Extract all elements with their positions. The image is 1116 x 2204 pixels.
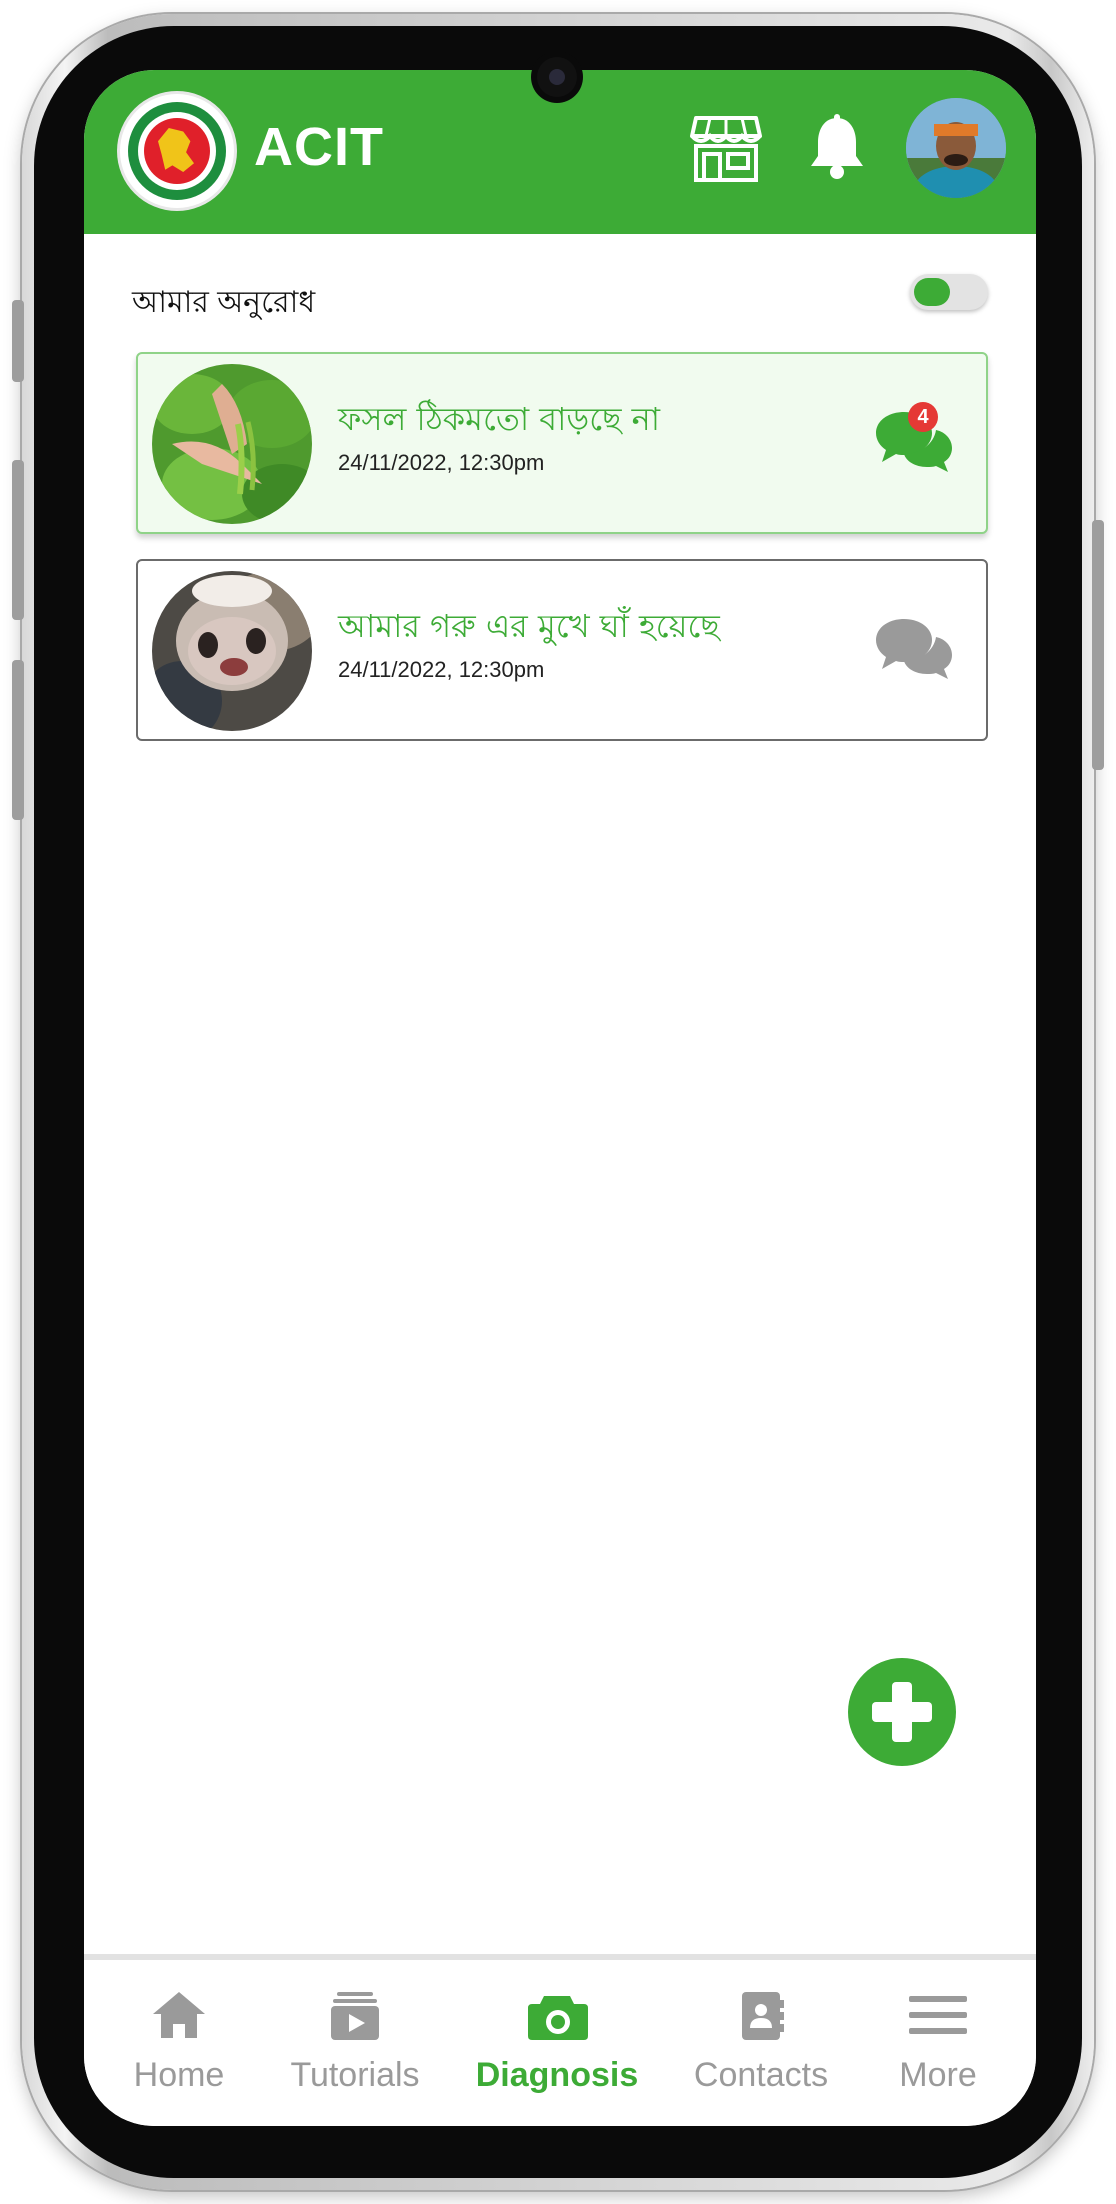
app-screen: ACIT আমার অনুরোধ ফসল ঠিকমতো বাড়ছে না 24… <box>84 70 1036 2126</box>
unread-count-badge: 4 <box>908 402 938 432</box>
request-title: আমার গরু এর মুখে ঘাঁ হয়েছে <box>338 607 720 645</box>
request-card[interactable]: আমার গরু এর মুখে ঘাঁ হয়েছে 24/11/2022, … <box>136 559 988 741</box>
store-icon[interactable] <box>690 114 762 182</box>
toggle-knob <box>914 278 950 306</box>
camera-icon <box>528 1996 588 2040</box>
my-requests-toggle[interactable] <box>910 274 988 310</box>
nav-label: Contacts <box>693 2056 829 2094</box>
app-title: ACIT <box>254 117 384 177</box>
nav-label: Home <box>133 2056 225 2094</box>
plus-icon <box>872 1682 932 1742</box>
menu-icon <box>909 1996 967 2034</box>
nav-diagnosis[interactable]: Diagnosis <box>462 1960 652 2110</box>
nav-label: Diagnosis <box>475 2056 639 2094</box>
chat-icon[interactable] <box>874 615 954 681</box>
request-date: 24/11/2022, 12:30pm <box>338 657 545 682</box>
nav-label: Tutorials <box>290 2056 420 2094</box>
request-title: ফসল ঠিকমতো বাড়ছে না <box>338 400 661 438</box>
front-camera <box>537 57 577 97</box>
add-request-button[interactable] <box>848 1658 956 1766</box>
phone-volume-up-button <box>12 460 24 620</box>
avatar[interactable] <box>906 98 1006 198</box>
plant-leaves-photo <box>152 364 312 524</box>
my-requests-label: আমার অনুরোধ <box>132 286 316 319</box>
phone-side-button <box>12 300 24 382</box>
video-library-icon <box>331 1992 379 2040</box>
request-date: 24/11/2022, 12:30pm <box>338 450 545 475</box>
government-logo <box>120 94 234 208</box>
request-card[interactable]: ফসল ঠিকমতো বাড়ছে না 24/11/2022, 12:30pm… <box>136 352 988 534</box>
nav-contacts[interactable]: Contacts <box>666 1960 856 2110</box>
contact-book-icon <box>742 1992 784 2040</box>
bell-icon[interactable] <box>808 114 866 180</box>
nav-label: More <box>899 2056 977 2094</box>
nav-tutorials[interactable]: Tutorials <box>260 1960 450 2110</box>
nav-more[interactable]: More <box>843 1960 1033 2110</box>
cow-nose-photo <box>152 571 312 731</box>
bottom-navigation: Home Tutorials Diagnosis Contacts More <box>84 1954 1036 2126</box>
my-requests-row: আমার অনুরোধ <box>132 266 988 326</box>
home-icon <box>153 1992 205 2038</box>
nav-home[interactable]: Home <box>84 1960 274 2110</box>
phone-power-button <box>1092 520 1104 770</box>
phone-volume-down-button <box>12 660 24 820</box>
